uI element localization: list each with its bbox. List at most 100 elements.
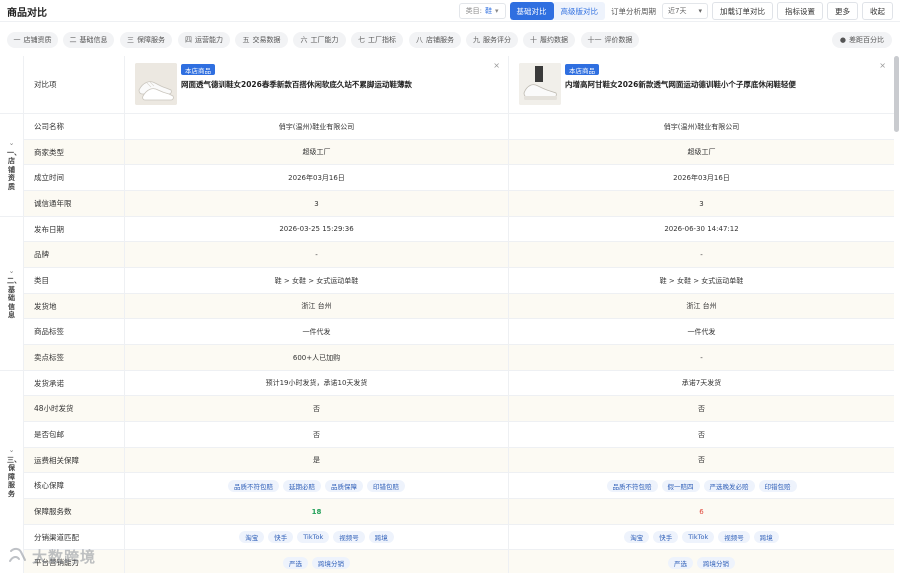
tab-factory-metrics[interactable]: 七工厂指标 xyxy=(351,32,403,48)
basic-compare-button[interactable]: 基础对比 xyxy=(509,2,554,20)
row-label: 是否包邮 xyxy=(34,430,64,439)
cell-product-1: - xyxy=(124,242,508,267)
tab-label: 交易数据 xyxy=(252,36,281,44)
metric-settings-button[interactable]: 指标设置 xyxy=(777,2,823,20)
channel-tag: TikTok xyxy=(297,531,330,543)
table-row: 品牌 - - xyxy=(24,242,894,268)
row-label: 核心保障 xyxy=(34,481,64,490)
channel-tag: 淘宝 xyxy=(239,531,265,543)
marketing-tag: 严选 xyxy=(668,556,693,569)
row-label: 商家类型 xyxy=(34,147,64,157)
tab-basic-info[interactable]: 二基础信息 xyxy=(63,32,114,48)
header-controls: 类目: 鞋 ▾ 基础对比 高级版对比 订单分析周期 近7天 ▾ 加载订单对比 指… xyxy=(458,2,893,20)
category-select[interactable]: 类目: 鞋 ▾ xyxy=(458,3,506,19)
group-basic-info[interactable]: ⌄ 二、基础信息 xyxy=(0,217,24,371)
chevron-down-icon: ▾ xyxy=(494,7,499,15)
channel-tag: 视频号 xyxy=(718,531,750,543)
row-label: 保障服务数 xyxy=(34,507,72,516)
product-thumbnail[interactable] xyxy=(135,63,177,105)
channel-tag: 快手 xyxy=(653,531,679,543)
tab-index: 五 xyxy=(242,36,250,44)
tab-store-service[interactable]: 八店铺服务 xyxy=(409,32,461,48)
group-guarantee-service[interactable]: ⌄ 三、保障服务 xyxy=(0,371,24,573)
row-label: 运费相关保障 xyxy=(34,455,79,465)
load-order-compare-button[interactable]: 加载订单对比 xyxy=(712,2,773,20)
table-row: 保障服务数 18 6 xyxy=(24,499,894,525)
table-row: 平台营销能力 严选 跨境分销 严选 跨境分销 xyxy=(24,550,894,573)
cell-product-1: 严选 跨境分销 xyxy=(124,550,508,573)
tab-fulfillment-data[interactable]: 十履约数据 xyxy=(523,32,575,48)
vertical-scrollbar[interactable] xyxy=(894,56,899,132)
cell-product-2: - xyxy=(508,345,894,370)
cell-product-2: 否 xyxy=(508,396,894,421)
tab-index: 十一 xyxy=(587,36,602,44)
cell-product-1: 18 xyxy=(124,499,508,524)
product-card-2[interactable]: 本店商品 内增高阿甘鞋女2026新款透气网面运动德训鞋小个子厚底休闲鞋轻便 × xyxy=(508,56,894,113)
table-row: 分销渠道匹配 淘宝 快手 TikTok 视频号 跨境 淘宝 快手 TikTok … xyxy=(24,525,894,550)
row-label: 发布日期 xyxy=(34,224,64,234)
group-label: 一、店铺资质 xyxy=(7,148,21,191)
gap-percent-label: 差距百分比 xyxy=(849,36,884,44)
table-row: 核心保障 品质不符包赔 延期必赔 品质保障 印错包赔 品质不符包赔 假一赔四 严… xyxy=(24,473,894,499)
product-card-1[interactable]: 本店商品 网面透气德训鞋女2026春季新款百搭休闲软底久站不累脚运动鞋薄款 × xyxy=(124,56,508,113)
tab-transaction-data[interactable]: 五交易数据 xyxy=(235,32,288,48)
row-label: 商品标签 xyxy=(34,327,64,336)
row-label: 品牌 xyxy=(34,250,49,259)
cell-product-1: 2026年03月16日 xyxy=(124,165,508,190)
tab-label: 基础信息 xyxy=(79,36,108,44)
top-header: 商品对比 类目: 鞋 ▾ 基础对比 高级版对比 订单分析周期 近7天 ▾ 加载订… xyxy=(0,0,900,22)
tab-index: 四 xyxy=(185,36,192,44)
tab-label: 店铺服务 xyxy=(426,36,454,44)
more-button[interactable]: 更多 xyxy=(827,2,858,20)
tab-factory-ability[interactable]: 六工厂能力 xyxy=(293,32,346,48)
tab-index: 六 xyxy=(300,36,308,44)
tab-guarantee-service[interactable]: 三保障服务 xyxy=(120,32,172,48)
table-row: 诚信通年限 3 3 xyxy=(24,191,894,217)
product-thumbnail[interactable] xyxy=(519,63,561,105)
tab-operation-ability[interactable]: 四运营能力 xyxy=(178,32,230,48)
guarantee-tag: 品质不符包赔 xyxy=(606,479,658,492)
group-spacer xyxy=(0,56,24,114)
channel-tag: 快手 xyxy=(268,531,294,543)
table-row: 公司名称 俏宇(温州)鞋业有限公司 俏宇(温州)鞋业有限公司 xyxy=(24,114,894,140)
tab-index: 八 xyxy=(416,36,423,44)
group-store-qualification[interactable]: ⌄ 一、店铺资质 xyxy=(0,114,24,217)
tab-label: 运营能力 xyxy=(195,36,223,44)
gap-percent-toggle[interactable]: ● 差距百分比 xyxy=(831,32,892,48)
tab-index: 三 xyxy=(127,36,134,44)
marketing-tag: 严选 xyxy=(283,556,308,569)
row-label: 48小时发货 xyxy=(34,404,74,413)
cell-product-2: 承诺7天发货 xyxy=(508,371,894,395)
tab-label: 工厂指标 xyxy=(368,36,396,44)
cell-product-2: 否 xyxy=(508,448,894,472)
table-row: 类目 鞋 > 女鞋 > 女式运动单鞋 鞋 > 女鞋 > 女式运动单鞋 xyxy=(24,268,894,294)
collapse-button[interactable]: 收起 xyxy=(862,2,893,20)
tab-review-data[interactable]: 十一 评价数据 xyxy=(581,32,639,48)
product-title[interactable]: 内增高阿甘鞋女2026新款透气网面运动德训鞋小个子厚底休闲鞋轻便 xyxy=(565,79,874,90)
cell-product-2: 3 xyxy=(508,191,894,216)
close-icon[interactable]: × xyxy=(879,61,886,70)
cell-product-2: 品质不符包赔 假一赔四 严选晚发必赔 印错包赔 xyxy=(508,473,894,498)
cell-product-1: 3 xyxy=(124,191,508,216)
tab-service-score[interactable]: 九服务评分 xyxy=(466,32,518,48)
marketing-tag: 跨境分销 xyxy=(697,556,735,569)
group-label: 三、保障服务 xyxy=(7,455,21,498)
marketing-tag: 跨境分销 xyxy=(312,556,350,569)
channel-tag: 淘宝 xyxy=(624,531,650,543)
own-store-badge: 本店商品 xyxy=(565,64,599,75)
tab-store-qualification[interactable]: 一店铺资质 xyxy=(7,32,58,48)
cell-product-2: 2026年03月16日 xyxy=(508,165,894,190)
tab-label: 工厂能力 xyxy=(310,36,339,44)
close-icon[interactable]: × xyxy=(493,61,500,70)
tab-index: 十 xyxy=(530,36,537,44)
product-header-row: 对比项 本店商品 网面透气德训鞋女2026春季新款百搭休闲软底久站不累脚运动鞋薄… xyxy=(24,56,894,114)
cell-product-1: 鞋 > 女鞋 > 女式运动单鞋 xyxy=(124,268,508,293)
period-select[interactable]: 近7天 ▾ xyxy=(662,3,708,19)
table-row: 卖点标签 600+人已加购 - xyxy=(24,345,894,371)
product-title[interactable]: 网面透气德训鞋女2026春季新款百搭休闲软底久站不累脚运动鞋薄款 xyxy=(181,79,488,90)
toggle-dot-icon: ● xyxy=(839,36,846,44)
advanced-compare-button[interactable]: 高级版对比 xyxy=(553,2,605,20)
guarantee-tag: 印错包赔 xyxy=(367,479,405,492)
cell-product-2: 2026-06-30 14:47:12 xyxy=(508,217,894,241)
cell-product-2: 俏宇(温州)鞋业有限公司 xyxy=(508,114,894,139)
